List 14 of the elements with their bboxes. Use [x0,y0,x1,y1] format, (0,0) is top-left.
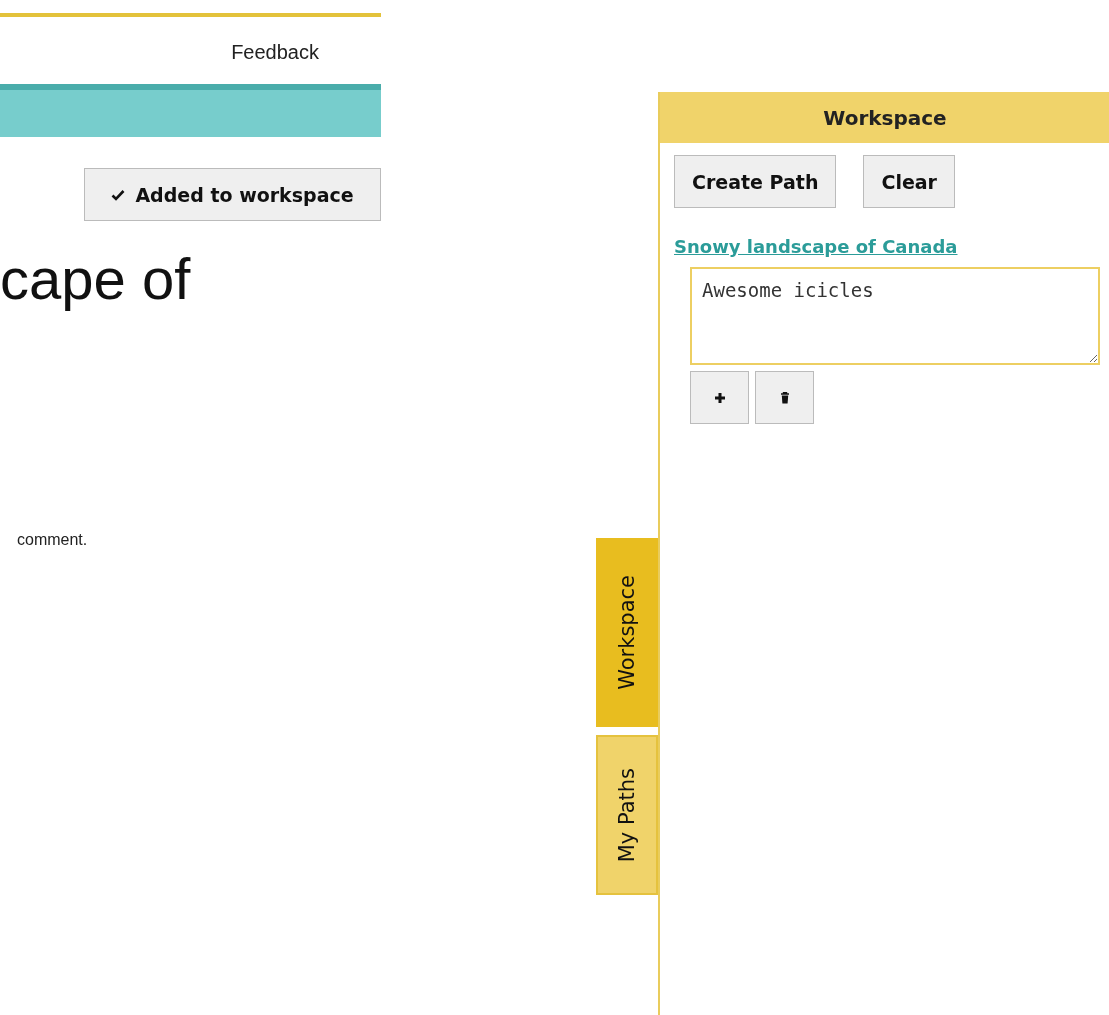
note-field[interactable]: Awesome icicles [690,267,1100,365]
trash-icon [779,391,790,404]
page-heading: cape of [0,247,192,311]
plus-icon [713,391,726,404]
panel-button[interactable]: Create Path [674,155,837,208]
panel-button[interactable]: Clear [863,155,955,208]
add-button[interactable] [690,371,749,424]
body-text: comment. [17,530,89,549]
delete-button[interactable] [755,371,814,424]
side-tab[interactable]: My Paths [596,735,658,895]
side-tab[interactable]: Workspace [596,538,658,727]
added-to-workspace-button[interactable]: Added to workspace [84,168,381,221]
panel-title: Workspace [660,92,1109,143]
feedback-link[interactable]: Feedback [231,41,319,84]
